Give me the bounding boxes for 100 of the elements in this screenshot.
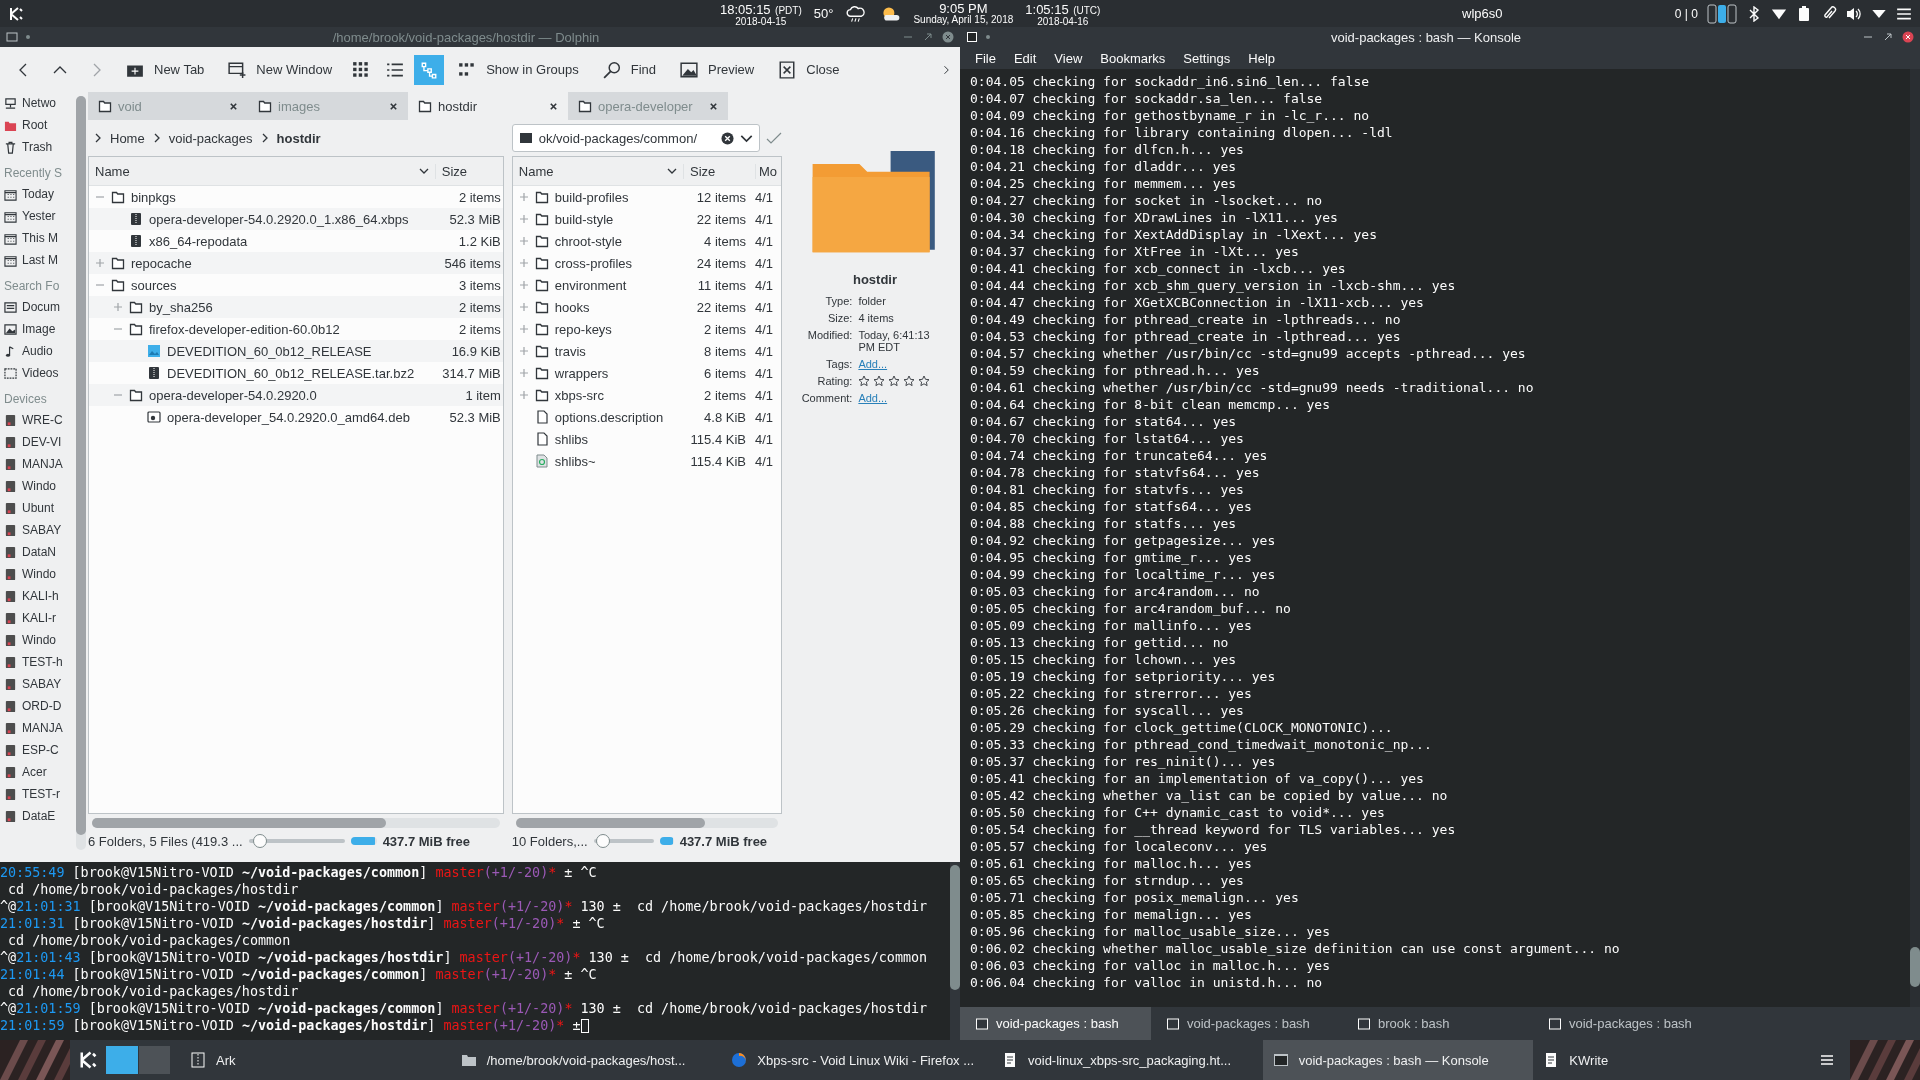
place-item[interactable]: Docum (22, 300, 60, 314)
place-item[interactable]: ORD-D (22, 699, 62, 713)
expand-icon[interactable] (518, 214, 529, 224)
file-name[interactable]: xbps-src (554, 387, 604, 403)
new-tab-button[interactable]: New Tab (116, 54, 215, 85)
window-menu-icon[interactable] (966, 31, 978, 43)
pin-dot[interactable] (26, 35, 30, 39)
file-name[interactable]: travis (554, 343, 586, 359)
new-window-button[interactable]: New Window (218, 54, 343, 85)
scrollbar[interactable] (92, 818, 500, 828)
menu-item[interactable]: View (1045, 50, 1092, 66)
scrollbar[interactable] (515, 818, 778, 828)
taskbar-task[interactable]: Ark (180, 1040, 451, 1080)
taskbar-task[interactable]: KWrite (1533, 1040, 1805, 1080)
zoom-slider[interactable] (248, 834, 345, 848)
file-name[interactable]: by_sha256 (149, 299, 213, 315)
file-name[interactable]: binpkgs (131, 189, 176, 205)
place-item[interactable]: MANJA (22, 721, 63, 735)
file-name[interactable]: sources (131, 277, 177, 293)
breadcrumb-item[interactable]: void-packages (168, 130, 253, 146)
file-name[interactable]: chroot-style (554, 233, 622, 249)
place-item[interactable]: TEST-h (22, 655, 63, 669)
find-button[interactable]: Find (592, 54, 666, 85)
column-header[interactable]: Name (512, 163, 667, 179)
place-item[interactable]: DataE (22, 809, 56, 823)
file-name[interactable]: build-profiles (554, 189, 629, 205)
checkmark-icon[interactable] (766, 130, 782, 146)
expand-icon[interactable] (518, 236, 529, 246)
place-item[interactable]: Windo (22, 633, 56, 647)
tab[interactable]: void-packages : bash (1533, 1007, 1724, 1040)
place-item[interactable]: KALI-h (22, 589, 59, 603)
taskbar-task[interactable]: void-packages : bash — Konsole (1262, 1040, 1534, 1080)
file-name[interactable]: opera-developer_54.0.2920.0_amd64.deb (167, 409, 410, 425)
file-name[interactable]: opera-developer-54.0.2920.0_1.x86_64.xbps (149, 211, 409, 227)
file-name[interactable]: repo-keys (554, 321, 612, 337)
file-name[interactable]: DEVEDITION_60_0b12_RELEASE (167, 343, 372, 359)
expand-icon[interactable] (518, 192, 529, 202)
tab[interactable]: void-packages : bash (960, 1007, 1151, 1040)
pin-dot[interactable] (986, 35, 990, 39)
scrollbar[interactable] (950, 862, 960, 1040)
column-header[interactable]: Size (434, 163, 503, 179)
file-name[interactable]: repocache (131, 255, 192, 271)
kde-logo-icon[interactable] (8, 5, 24, 22)
place-item[interactable]: Image (22, 322, 56, 336)
place-item[interactable]: Trash (22, 140, 53, 154)
file-name[interactable]: x86_64-repodata (149, 233, 248, 249)
volume-icon[interactable] (1846, 5, 1862, 22)
preview-button[interactable]: Preview (670, 54, 765, 85)
place-item[interactable]: MANJA (22, 457, 63, 471)
expand-icon[interactable] (518, 302, 529, 312)
place-item[interactable]: Windo (22, 479, 56, 493)
desktop-pager[interactable] (106, 1046, 170, 1074)
tab[interactable]: void-packages : bash (1151, 1007, 1342, 1040)
file-name[interactable]: DEVEDITION_60_0b12_RELEASE.tar.bz2 (167, 365, 415, 381)
close-icon[interactable] (229, 101, 238, 111)
menu-item[interactable]: Settings (1174, 50, 1240, 66)
menu-icon[interactable] (1820, 1053, 1834, 1067)
location-field[interactable]: ok/void-packages/common/ (511, 124, 760, 152)
place-item[interactable]: This M (22, 231, 58, 245)
place-item[interactable]: Ubunt (22, 501, 55, 515)
file-name[interactable]: environment (554, 277, 627, 293)
kde-logo-icon[interactable] (78, 1050, 98, 1070)
place-item[interactable]: KALI-r (22, 611, 56, 625)
expand-icon[interactable] (518, 368, 529, 378)
column-header[interactable]: Size (683, 163, 755, 179)
place-item[interactable]: Netwo (22, 96, 56, 110)
close-icon[interactable] (1902, 31, 1914, 43)
dropdown-icon[interactable] (667, 166, 677, 176)
zoom-slider[interactable] (593, 834, 654, 848)
close-icon[interactable] (389, 101, 398, 111)
expand-icon[interactable] (518, 390, 529, 400)
menu-item[interactable]: Help (1239, 50, 1285, 66)
place-item[interactable]: ESP-C (22, 743, 59, 757)
place-item[interactable]: DEV-VI (22, 435, 62, 449)
battery-icon[interactable] (1796, 5, 1812, 22)
tab[interactable]: brook : bash (1342, 1007, 1533, 1040)
expand-icon[interactable] (518, 280, 529, 290)
taskbar-task[interactable]: /home/brook/void-packages/host... (450, 1040, 722, 1080)
show-in-groups-button[interactable]: Show in Groups (448, 54, 589, 85)
maximize-icon[interactable] (1882, 31, 1894, 43)
close-icon[interactable] (709, 101, 718, 111)
taskbar-task[interactable]: void-linux_xbps-src_packaging.ht... (992, 1040, 1263, 1080)
dropdown-icon[interactable] (418, 166, 429, 176)
place-item[interactable]: SABAY (22, 677, 62, 691)
place-item[interactable]: WRE-C (22, 413, 63, 427)
place-item[interactable]: Today (22, 187, 55, 201)
file-name[interactable]: cross-profiles (554, 255, 633, 271)
file-name[interactable]: wrappers (554, 365, 609, 381)
breadcrumb-item[interactable]: Home (110, 130, 145, 146)
menu-item[interactable]: Bookmarks (1091, 50, 1175, 66)
expand-icon[interactable] (518, 258, 529, 268)
file-name[interactable]: shlibs~ (554, 453, 596, 469)
maximize-icon[interactable] (922, 31, 934, 43)
column-header[interactable]: Name (89, 163, 419, 179)
place-item[interactable]: SABAY (22, 523, 62, 537)
expand-icon[interactable] (518, 346, 529, 356)
clear-icon[interactable] (721, 131, 734, 145)
place-item[interactable]: DataN (22, 545, 56, 559)
close-icon[interactable] (549, 101, 558, 111)
scrollbar[interactable] (1910, 69, 1920, 1007)
